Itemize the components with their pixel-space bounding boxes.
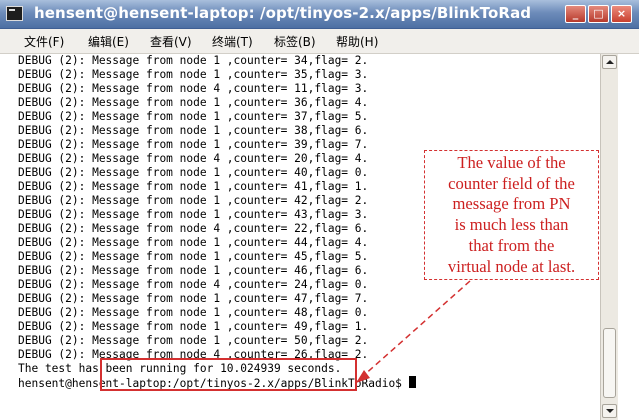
scroll-up-arrow-icon[interactable] [602, 55, 617, 69]
annotation-callout: The value of the counter field of the me… [424, 150, 599, 280]
output-line: DEBUG (2): Message from node 1 ,counter=… [18, 292, 369, 305]
output-line: DEBUG (2): Message from node 4 ,counter=… [18, 278, 369, 291]
output-line: DEBUG (2): Message from node 1 ,counter=… [18, 236, 369, 249]
text-cursor [408, 376, 416, 388]
output-line: DEBUG (2): Message from node 1 ,counter=… [18, 124, 369, 137]
output-line: DEBUG (2): Message from node 1 ,counter=… [18, 320, 369, 333]
annotation-line: message from PN [452, 194, 571, 214]
annotation-line: is much less than [454, 215, 569, 235]
maximize-button[interactable]: □ [588, 5, 609, 23]
scroll-down-arrow-icon[interactable] [602, 404, 617, 418]
menu-tabs[interactable]: 标签(B) [274, 33, 316, 50]
vertical-scrollbar[interactable] [600, 54, 618, 420]
output-line: DEBUG (2): Message from node 1 ,counter=… [18, 138, 369, 151]
output-line: DEBUG (2): Message from node 4 ,counter=… [18, 82, 369, 95]
output-line: DEBUG (2): Message from node 4 ,counter=… [18, 152, 369, 165]
annotation-line: virtual node at last. [447, 256, 576, 276]
output-line: DEBUG (2): Message from node 1 ,counter=… [18, 250, 369, 263]
minimize-button[interactable]: _ [565, 5, 586, 23]
menu-view[interactable]: 查看(V) [150, 33, 192, 50]
menu-edit[interactable]: 编辑(E) [88, 33, 129, 50]
output-line: DEBUG (2): Message from node 1 ,counter=… [18, 334, 369, 347]
output-line: DEBUG (2): Message from node 1 ,counter=… [18, 264, 369, 277]
annotation-line: that from the [468, 235, 555, 255]
menu-file[interactable]: 文件(F) [24, 33, 64, 50]
output-line: DEBUG (2): Message from node 1 ,counter=… [18, 54, 369, 67]
output-line: DEBUG (2): Message from node 1 ,counter=… [18, 110, 369, 123]
highlight-box [100, 358, 357, 391]
menu-bar: 文件(F) 编辑(E) 查看(V) 终端(T) 标签(B) 帮助(H) [0, 29, 639, 54]
menu-terminal[interactable]: 终端(T) [212, 33, 253, 50]
output-line: DEBUG (2): Message from node 4 ,counter=… [18, 222, 369, 235]
output-line: DEBUG (2): Message from node 1 ,counter=… [18, 306, 369, 319]
annotation-line: counter field of the [448, 173, 575, 193]
title-bar: hensent@hensent-laptop: /opt/tinyos-2.x/… [0, 0, 639, 29]
annotation-line: The value of the [457, 153, 566, 172]
output-line: DEBUG (2): Message from node 1 ,counter=… [18, 68, 369, 81]
output-line: DEBUG (2): Message from node 1 ,counter=… [18, 194, 369, 207]
terminal-icon [6, 6, 23, 21]
menu-help[interactable]: 帮助(H) [336, 33, 378, 50]
output-line: DEBUG (2): Message from node 1 ,counter=… [18, 96, 369, 109]
output-line: DEBUG (2): Message from node 1 ,counter=… [18, 180, 369, 193]
output-line: DEBUG (2): Message from node 1 ,counter=… [18, 208, 369, 221]
window-title: hensent@hensent-laptop: /opt/tinyos-2.x/… [34, 4, 532, 22]
close-button[interactable]: × [611, 5, 632, 23]
scrollbar-thumb[interactable] [603, 328, 616, 398]
output-line: DEBUG (2): Message from node 1 ,counter=… [18, 166, 369, 179]
